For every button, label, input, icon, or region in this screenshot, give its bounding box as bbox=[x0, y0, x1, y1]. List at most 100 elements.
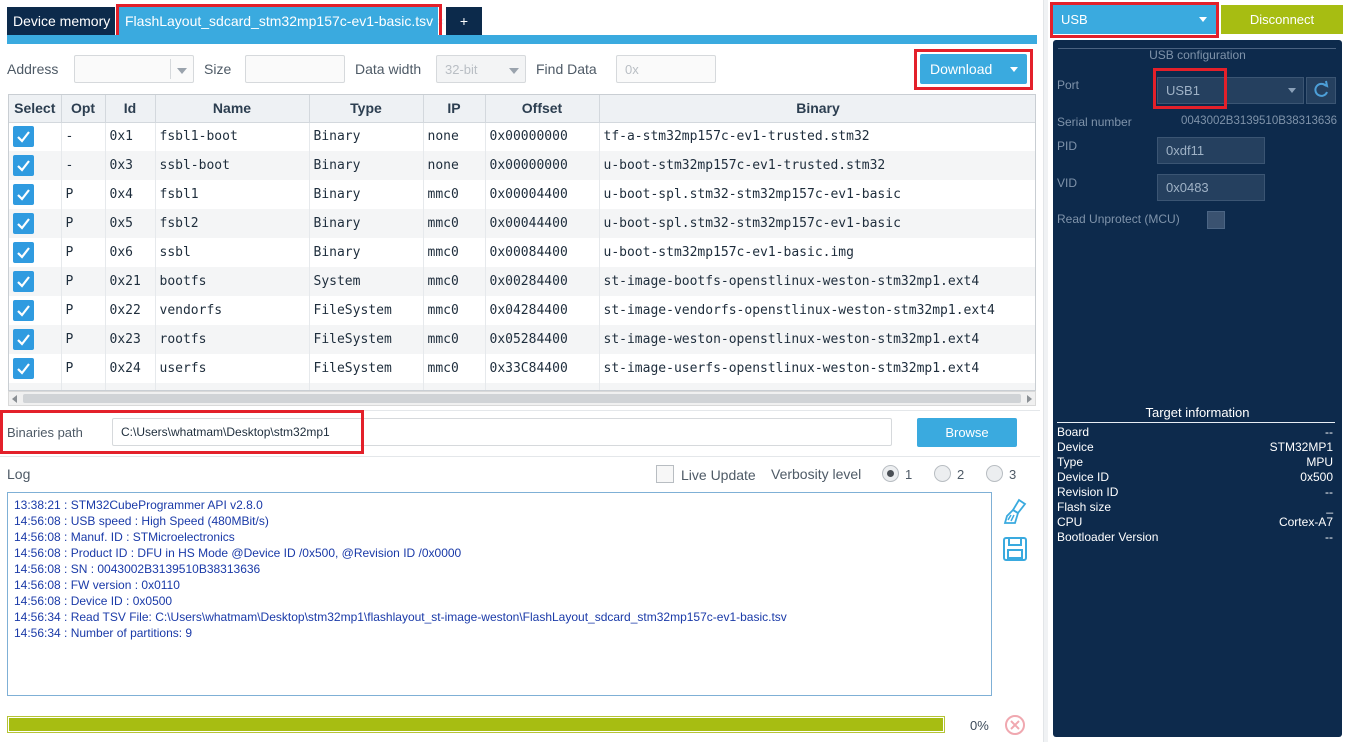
cancel-icon[interactable] bbox=[1004, 714, 1026, 736]
select-checkbox[interactable] bbox=[13, 300, 34, 321]
table-row[interactable]: P 0x24 userfs FileSystem mmc0 0x33C84400… bbox=[9, 354, 1035, 383]
log-line: 14:56:08 : USB speed : High Speed (480MB… bbox=[14, 514, 269, 528]
binary-cell[interactable]: st-image-userfs-openstlinux-weston-stm32… bbox=[599, 354, 1035, 383]
close-icon[interactable]: × bbox=[437, 14, 445, 29]
address-label: Address bbox=[7, 61, 59, 77]
select-cell bbox=[9, 296, 62, 325]
verbosity-radio-1[interactable] bbox=[882, 465, 899, 482]
usb-config-title: USB configuration bbox=[1149, 48, 1246, 62]
column-header[interactable]: IP bbox=[423, 95, 486, 123]
live-update-checkbox[interactable] bbox=[656, 465, 674, 483]
tab-flashlayout-file[interactable]: FlashLayout_sdcard_stm32mp157c-ev1-basic… bbox=[119, 7, 445, 35]
table-row[interactable]: P 0x23 rootfs FileSystem mmc0 0x05284400… bbox=[9, 325, 1035, 354]
select-checkbox[interactable] bbox=[13, 184, 34, 205]
id-cell: 0x5 bbox=[105, 209, 156, 238]
column-header[interactable]: Offset bbox=[485, 95, 600, 123]
save-log-icon[interactable] bbox=[1002, 536, 1028, 562]
column-header[interactable]: Id bbox=[105, 95, 156, 123]
select-cell bbox=[9, 122, 62, 151]
scrollbar-thumb[interactable] bbox=[23, 394, 1021, 403]
table-row[interactable]: P 0x6 ssbl Binary mmc0 0x00084400 u-boot… bbox=[9, 238, 1035, 267]
select-checkbox[interactable] bbox=[13, 126, 34, 148]
table-row[interactable]: P 0x21 bootfs System mmc0 0x00284400 st-… bbox=[9, 267, 1035, 296]
chevron-down-icon bbox=[1288, 88, 1296, 93]
verbosity-radio-3[interactable] bbox=[986, 465, 1003, 482]
binary-cell[interactable]: st-image-weston-openstlinux-weston-stm32… bbox=[599, 325, 1035, 354]
select-checkbox[interactable] bbox=[13, 271, 34, 292]
select-checkbox[interactable] bbox=[13, 155, 34, 176]
plus-icon: + bbox=[459, 13, 469, 29]
size-input[interactable] bbox=[245, 55, 345, 83]
table-row[interactable]: P 0x5 fsbl2 Binary mmc0 0x00044400 u-boo… bbox=[9, 209, 1035, 238]
scroll-right-icon[interactable] bbox=[1027, 395, 1032, 403]
refresh-icon bbox=[1314, 80, 1329, 97]
tab-device-memory[interactable]: Device memory bbox=[7, 7, 115, 35]
ip-cell: mmc0 bbox=[423, 209, 486, 238]
clear-log-icon[interactable] bbox=[1002, 498, 1028, 526]
tab-label: FlashLayout_sdcard_stm32mp157c-ev1-basic… bbox=[125, 13, 434, 29]
column-header[interactable]: Name bbox=[155, 95, 310, 123]
id-cell: 0x23 bbox=[105, 325, 156, 354]
select-checkbox[interactable] bbox=[13, 329, 34, 350]
ip-cell: mmc0 bbox=[423, 354, 486, 383]
interface-select[interactable]: USB bbox=[1053, 5, 1216, 34]
log-line: 14:56:08 : Device ID : 0x0500 bbox=[14, 594, 173, 608]
select-checkbox[interactable] bbox=[13, 242, 34, 263]
address-select[interactable] bbox=[74, 55, 194, 83]
log-line: 14:56:08 : Manuf. ID : STMicroelectronic… bbox=[14, 530, 235, 544]
name-cell: fsbl1 bbox=[155, 180, 310, 209]
target-info-row: Bootloader Version -- bbox=[1057, 530, 1333, 545]
read-unprotect-checkbox[interactable] bbox=[1207, 211, 1225, 229]
binary-cell[interactable]: u-boot-stm32mp157c-ev1-basic.img bbox=[599, 238, 1035, 267]
data-width-select[interactable]: 32-bit bbox=[436, 55, 526, 83]
table-row[interactable]: - 0x1 fsbl1-boot Binary none 0x00000000 … bbox=[9, 122, 1035, 151]
id-cell: 0x3 bbox=[105, 151, 156, 180]
browse-button[interactable]: Browse bbox=[917, 418, 1017, 447]
column-header[interactable]: Binary bbox=[599, 95, 1035, 123]
offset-cell: 0x00044400 bbox=[485, 209, 600, 238]
binary-cell[interactable]: u-boot-spl.stm32-stm32mp157c-ev1-basic bbox=[599, 209, 1035, 238]
opt-cell: P bbox=[61, 296, 106, 325]
target-info-row: Board -- bbox=[1057, 425, 1333, 440]
type-cell: FileSystem bbox=[309, 325, 424, 354]
target-info-key: Flash size bbox=[1057, 500, 1112, 514]
column-header[interactable]: Opt bbox=[61, 95, 106, 123]
column-header[interactable]: Select bbox=[9, 95, 62, 123]
type-cell: Binary bbox=[309, 209, 424, 238]
chevron-down-icon[interactable] bbox=[1010, 67, 1018, 72]
table-row[interactable]: P 0x4 fsbl1 Binary mmc0 0x00004400 u-boo… bbox=[9, 180, 1035, 209]
opt-cell: P bbox=[61, 325, 106, 354]
binaries-path-value: C:\Users\whatmam\Desktop\stm32mp1 bbox=[121, 425, 330, 439]
select-checkbox[interactable] bbox=[13, 358, 34, 379]
refresh-button[interactable] bbox=[1306, 77, 1336, 104]
add-tab-button[interactable]: + bbox=[446, 7, 482, 35]
log-output[interactable]: 13:38:21 : STM32CubeProgrammer API v2.8.… bbox=[7, 492, 992, 696]
scroll-left-icon[interactable] bbox=[12, 395, 17, 403]
verbosity-radio-2[interactable] bbox=[934, 465, 951, 482]
select-checkbox[interactable] bbox=[13, 213, 34, 234]
port-select[interactable]: USB1 bbox=[1157, 77, 1304, 104]
data-width-value: 32-bit bbox=[445, 62, 478, 77]
column-header[interactable]: Type bbox=[309, 95, 424, 123]
horizontal-scrollbar[interactable] bbox=[8, 391, 1036, 406]
partition-table: Select Opt Id Name Type IP Offset Binary… bbox=[8, 94, 1036, 391]
select-cell bbox=[9, 209, 62, 238]
pid-input[interactable]: 0xdf11 bbox=[1157, 137, 1265, 164]
verbosity-level-label: 2 bbox=[957, 467, 965, 482]
offset-cell: 0x33C84400 bbox=[485, 354, 600, 383]
disconnect-button[interactable]: Disconnect bbox=[1221, 5, 1343, 34]
table-row[interactable]: P 0x22 vendorfs FileSystem mmc0 0x042844… bbox=[9, 296, 1035, 325]
verbosity-level-label: 1 bbox=[905, 467, 913, 482]
download-button[interactable]: Download bbox=[920, 54, 1027, 84]
table-row[interactable]: - 0x3 ssbl-boot Binary none 0x00000000 u… bbox=[9, 151, 1035, 180]
binary-cell[interactable]: tf-a-stm32mp157c-ev1-trusted.stm32 bbox=[599, 122, 1035, 151]
log-line: 14:56:08 : Product ID : DFU in HS Mode @… bbox=[14, 546, 462, 560]
find-data-input[interactable]: 0x bbox=[616, 55, 716, 83]
binary-cell[interactable]: st-image-bootfs-openstlinux-weston-stm32… bbox=[599, 267, 1035, 296]
offset-cell: 0x00000000 bbox=[485, 122, 600, 151]
binary-cell[interactable]: u-boot-spl.stm32-stm32mp157c-ev1-basic bbox=[599, 180, 1035, 209]
binary-cell[interactable]: u-boot-stm32mp157c-ev1-trusted.stm32 bbox=[599, 151, 1035, 180]
vid-input[interactable]: 0x0483 bbox=[1157, 174, 1265, 201]
binaries-path-input[interactable]: C:\Users\whatmam\Desktop\stm32mp1 bbox=[112, 418, 892, 446]
binary-cell[interactable]: st-image-vendorfs-openstlinux-weston-stm… bbox=[599, 296, 1035, 325]
